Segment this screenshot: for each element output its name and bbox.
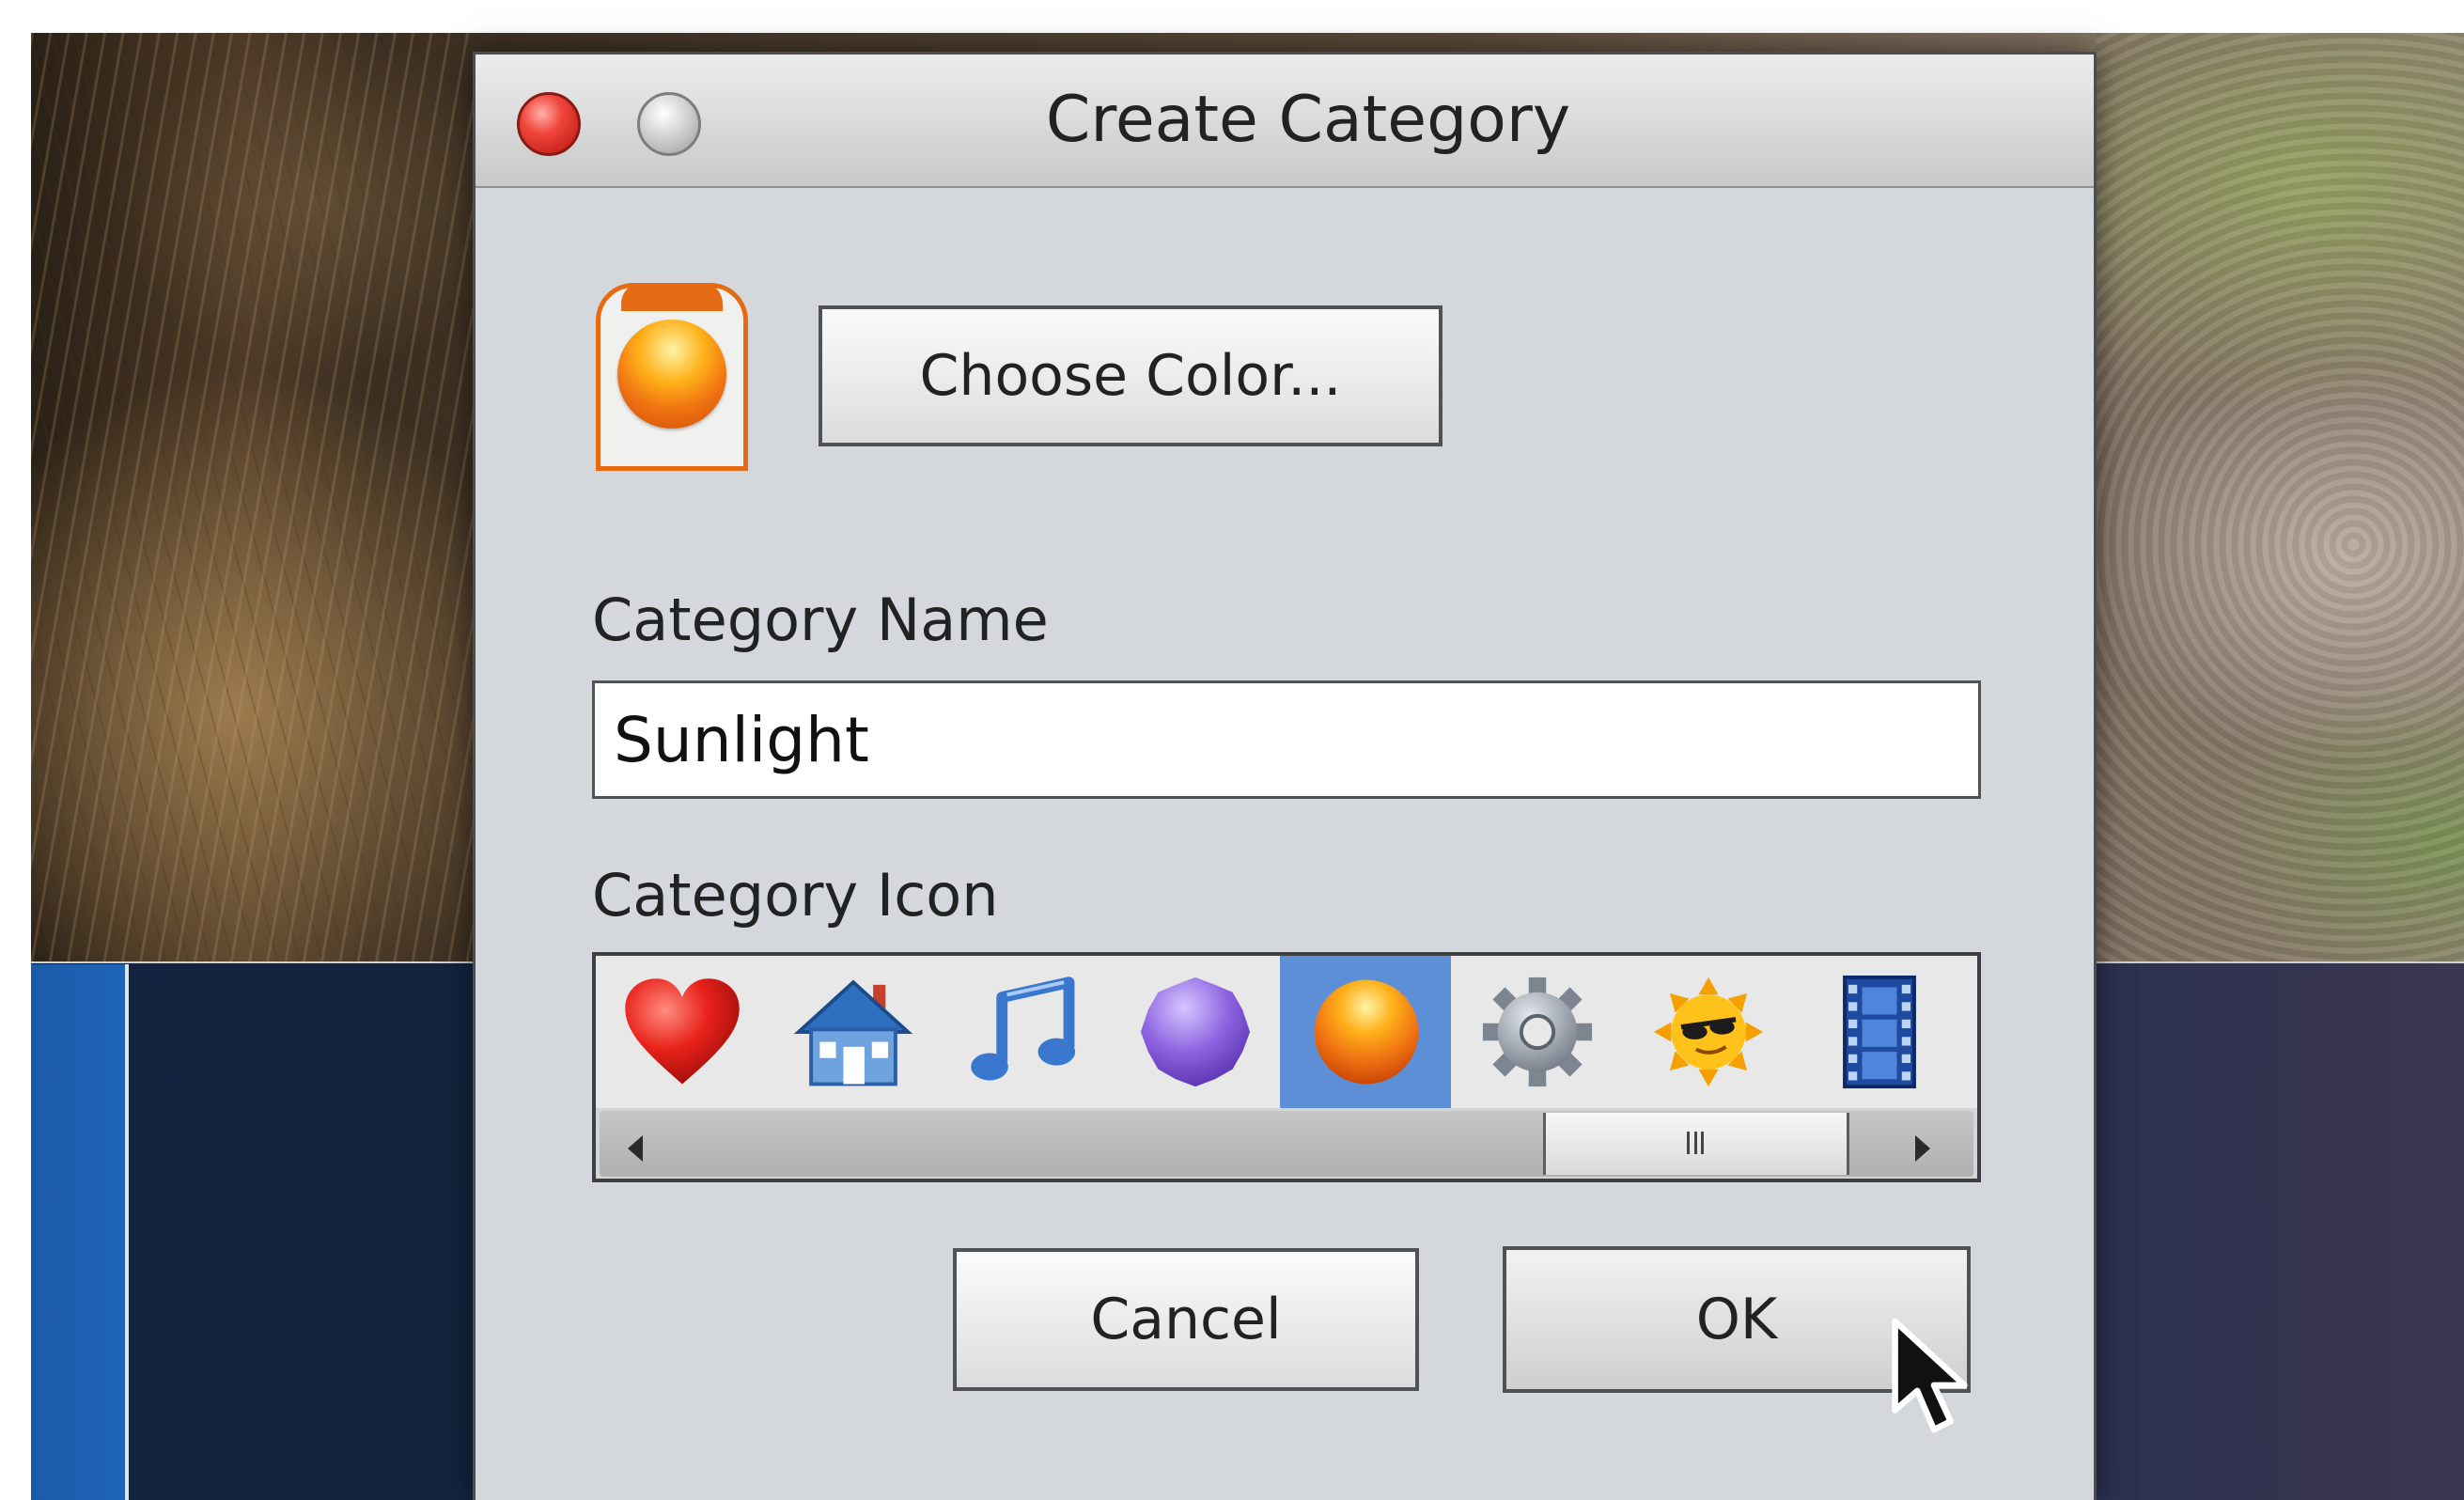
gear-icon — [1482, 977, 1593, 1087]
purple-circle-icon — [1140, 977, 1251, 1087]
icon-picker-horizontal-scrollbar[interactable] — [600, 1111, 1973, 1177]
orange-ball-icon — [1314, 979, 1419, 1085]
orange-ball-icon — [617, 320, 726, 429]
sun-sunglasses-icon — [1653, 977, 1764, 1087]
category-icon-picker — [592, 952, 1981, 1182]
icon-option-purple-circle[interactable] — [1109, 956, 1280, 1108]
create-category-dialog: Create Category Choose Color... Category… — [473, 52, 2097, 1500]
category-icon-label: Category Icon — [592, 861, 999, 930]
cancel-button[interactable]: Cancel — [953, 1248, 1419, 1391]
mouse-pointer-icon — [1892, 1318, 1968, 1433]
scrollbar-grip-icon — [1687, 1132, 1704, 1154]
film-strip-icon — [1843, 975, 1916, 1089]
category-name-label: Category Name — [592, 586, 1049, 654]
scroll-left-arrow-icon[interactable] — [628, 1135, 643, 1162]
icon-option-house[interactable] — [767, 956, 938, 1108]
music-note-icon — [971, 977, 1076, 1081]
screenshot-scene: Create Category Choose Color... Category… — [0, 0, 2464, 1500]
background-app-divider — [125, 964, 129, 1500]
swatch-tab — [621, 283, 723, 311]
dialog-titlebar[interactable]: Create Category — [476, 55, 2094, 188]
scrollbar-thumb[interactable] — [1543, 1113, 1849, 1175]
icon-option-sun[interactable] — [1622, 956, 1793, 1108]
icon-option-gear[interactable] — [1451, 956, 1622, 1108]
house-icon — [793, 979, 913, 1086]
scroll-right-arrow-icon[interactable] — [1915, 1135, 1930, 1162]
icon-option-heart[interactable] — [596, 956, 767, 1108]
dialog-title: Create Category — [1045, 83, 1571, 157]
icon-option-film[interactable] — [1793, 956, 1964, 1108]
category-color-swatch[interactable] — [596, 283, 748, 471]
icon-option-music-note[interactable] — [938, 956, 1109, 1108]
choose-color-button[interactable]: Choose Color... — [819, 305, 1443, 446]
background-grass-texture — [31, 33, 473, 963]
icon-option-orange-ball[interactable] — [1280, 956, 1451, 1108]
heart-icon — [625, 978, 740, 1085]
background-rock-texture — [2096, 33, 2464, 963]
background-app-sidebar — [31, 964, 125, 1500]
icon-strip — [596, 956, 1977, 1108]
category-name-input[interactable] — [592, 680, 1981, 799]
